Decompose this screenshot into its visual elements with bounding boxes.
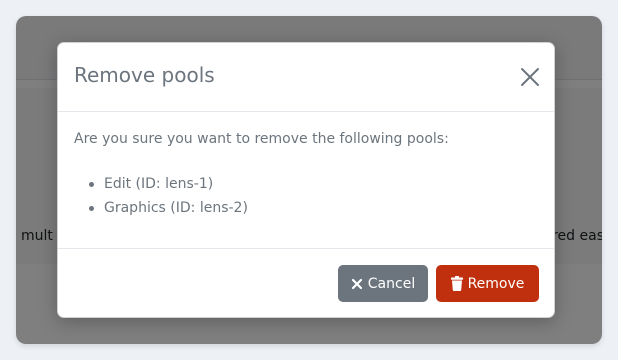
remove-pools-dialog: Remove pools Are you sure you want to re… — [57, 42, 555, 318]
cancel-button-label: Cancel — [367, 275, 416, 292]
confirmation-prompt: Are you sure you want to remove the foll… — [74, 131, 449, 147]
modal-body: Are you sure you want to remove the foll… — [58, 112, 554, 248]
trash-icon — [450, 276, 463, 291]
close-button[interactable] — [518, 65, 542, 89]
times-icon — [351, 278, 362, 289]
remove-button[interactable]: Remove — [436, 265, 539, 302]
modal-footer: Cancel Remove — [58, 248, 554, 317]
cancel-button[interactable]: Cancel — [338, 265, 428, 302]
close-icon — [521, 68, 539, 86]
remove-button-label: Remove — [467, 275, 525, 292]
modal-header: Remove pools — [58, 43, 554, 112]
list-item: Graphics (ID: lens-2) — [88, 196, 248, 220]
modal-title: Remove pools — [74, 63, 215, 87]
pool-list: Edit (ID: lens-1) Graphics (ID: lens-2) — [88, 172, 248, 220]
list-item: Edit (ID: lens-1) — [88, 172, 248, 196]
